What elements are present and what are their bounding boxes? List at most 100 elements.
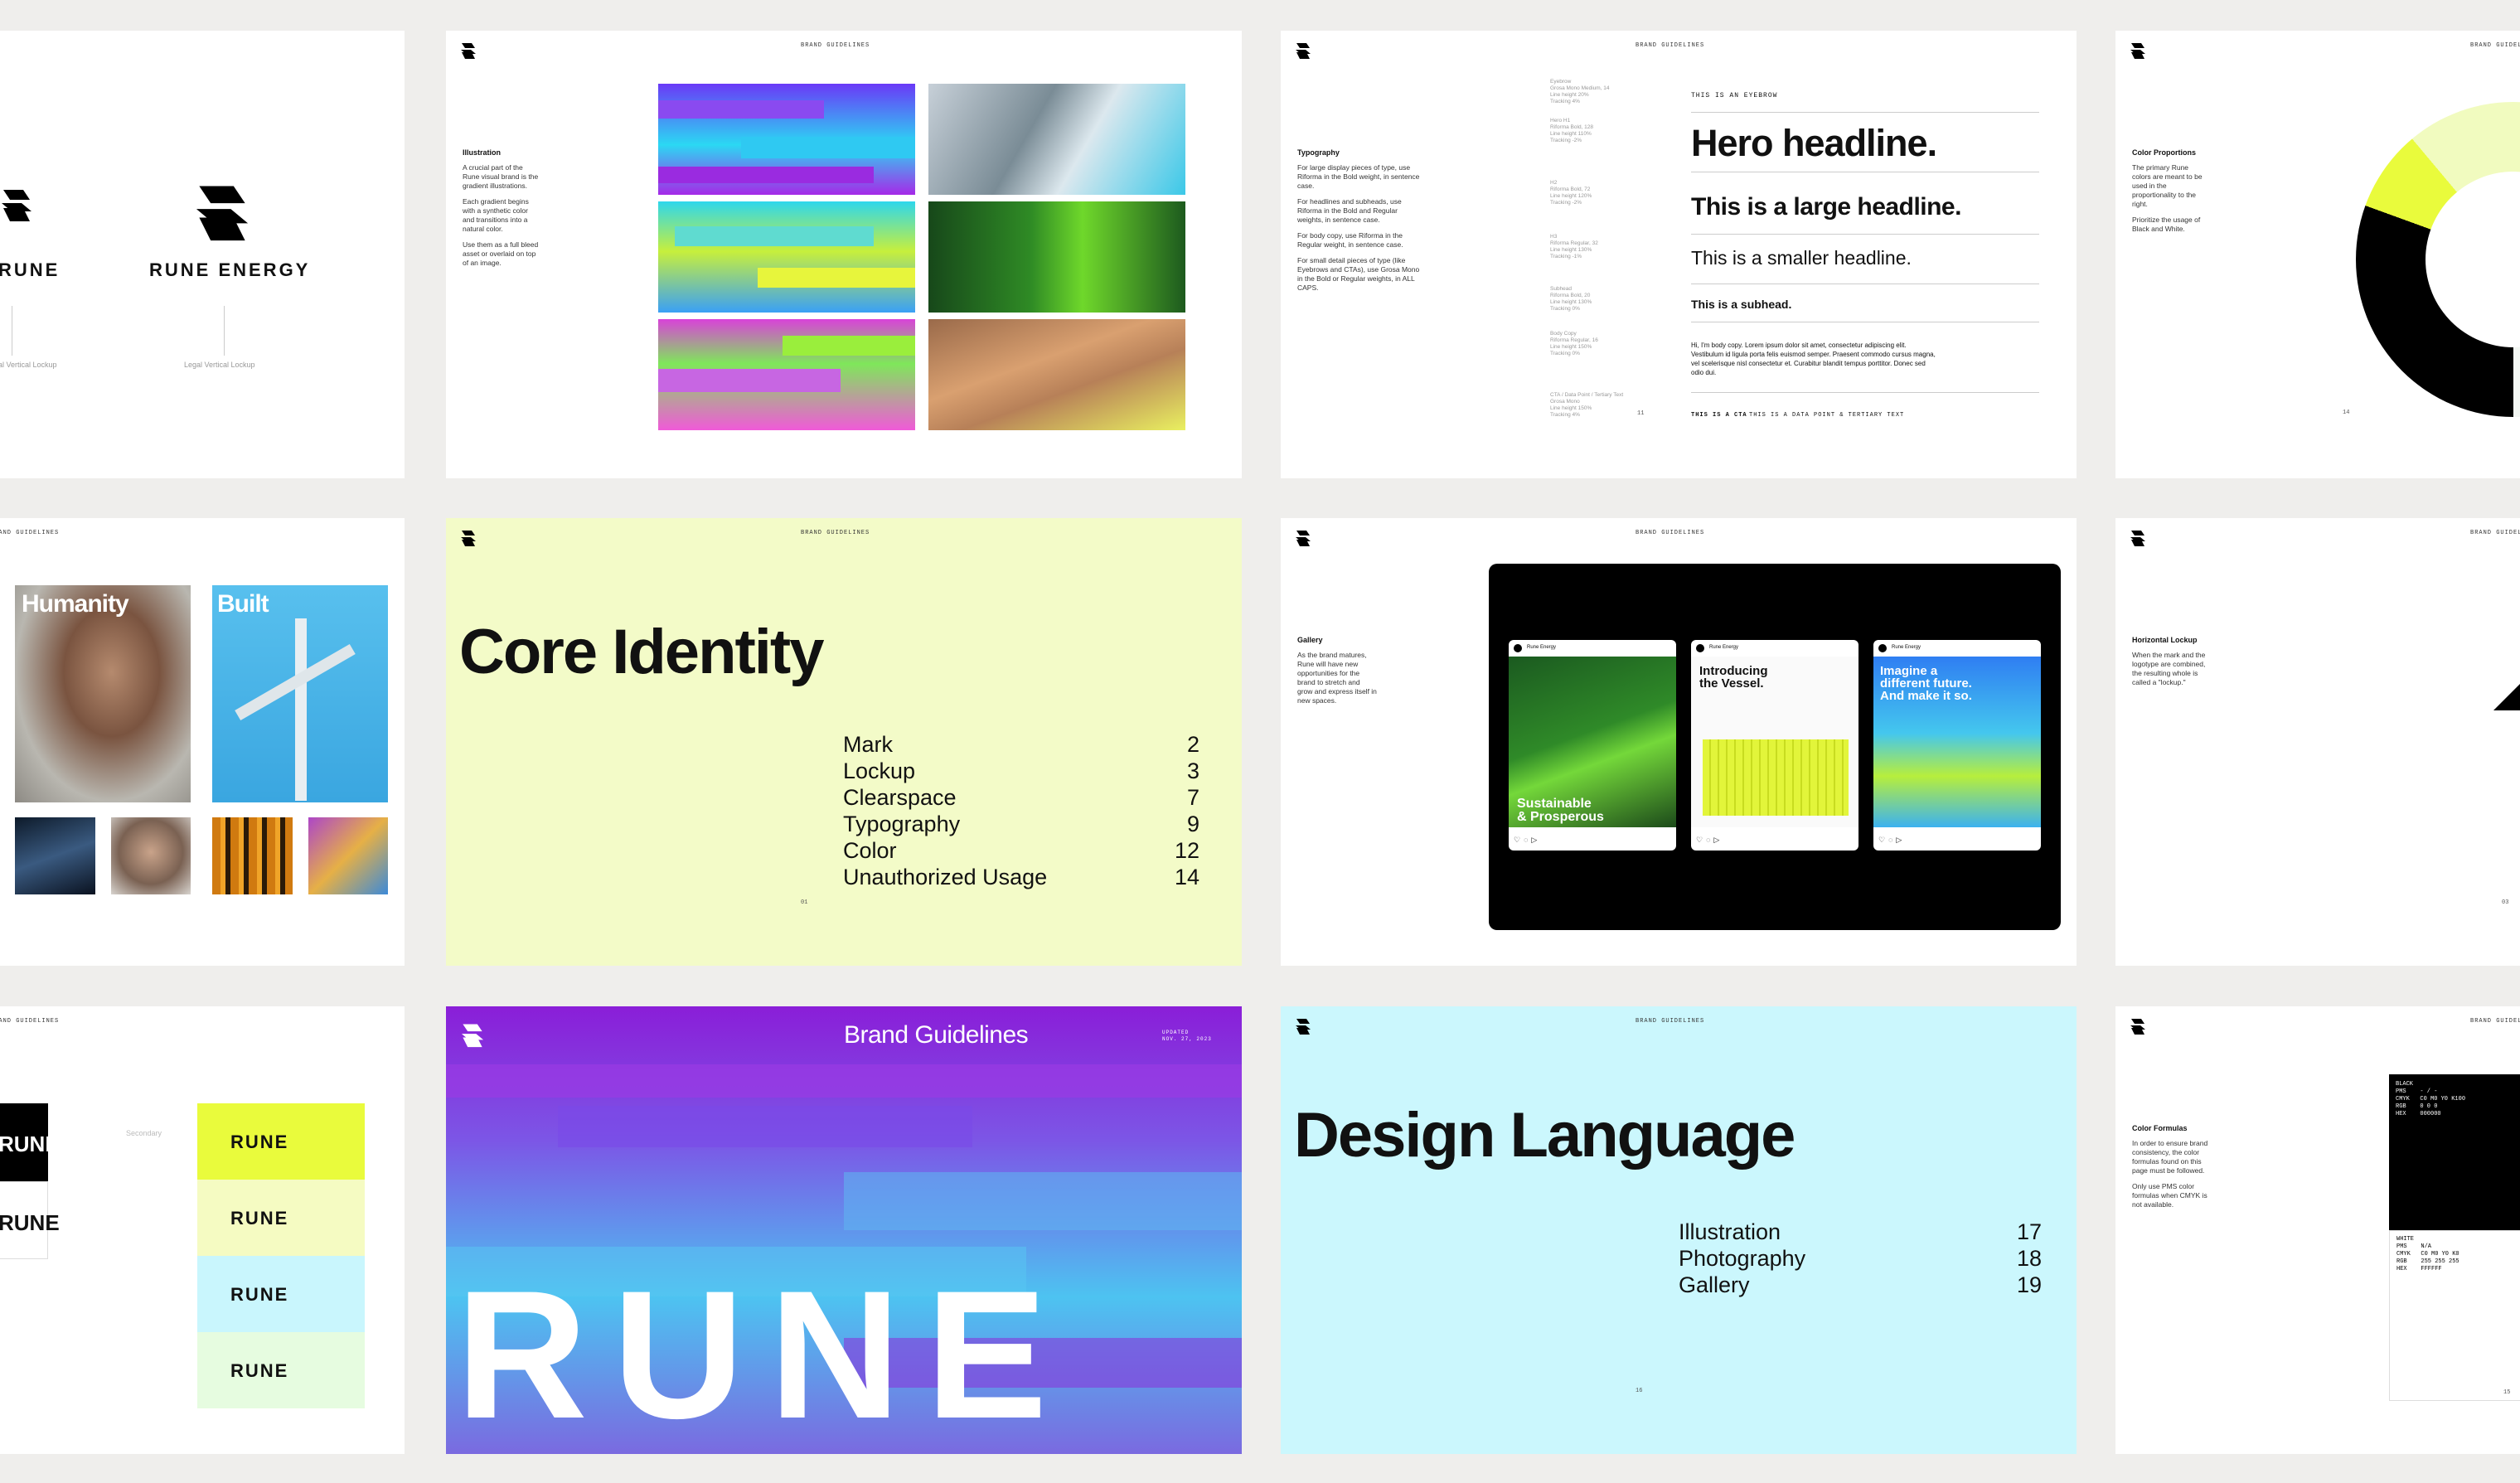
toc-item[interactable]: Color 12 <box>843 837 1199 864</box>
slide-illustration[interactable]: BRAND GUIDELINES Illustration A crucial … <box>446 31 1242 478</box>
post-image: Introducing the Vessel. <box>1691 657 1858 827</box>
post-headline: Imagine a different future. And make it … <box>1880 664 1972 703</box>
swatch-word: RUNE <box>230 1208 289 1229</box>
wordmark: RUNE ENERGY <box>149 259 311 280</box>
social-post[interactable]: Rune Energy Imagine a different future. … <box>1873 640 2041 851</box>
cover-wordmark: RUNE <box>456 1253 1073 1454</box>
glacier-photo <box>928 84 1185 195</box>
gradient-illustration <box>658 84 915 195</box>
desert-photo <box>928 319 1185 430</box>
slide-color-proportions[interactable]: BRAND GUIDELINES Color Proportions The p… <box>2115 31 2520 478</box>
slide-typography[interactable]: BRAND GUIDELINES Typography For large di… <box>1281 31 2077 478</box>
type-spec: Hero H1 Riforma Bold, 128 Line height 11… <box>1550 118 1594 143</box>
rune-mark-icon <box>2 190 32 221</box>
section-title: Gallery <box>1297 636 1323 644</box>
page-number: 01 <box>801 899 808 906</box>
avatar <box>1514 644 1522 652</box>
lockup-swatch: RUNE <box>197 1180 365 1256</box>
header: BRAND GUIDELINES <box>2470 1018 2520 1025</box>
lockup-swatch: RUNE <box>197 1103 365 1180</box>
header: BRAND GUIDELINES <box>0 1018 60 1025</box>
type-spec: H2 Riforma Bold, 72 Line height 120% Tra… <box>1550 180 1592 206</box>
slide-horizontal-lockup[interactable]: BRAND GUIDELINES Horizontal Lockup When … <box>2115 518 2520 966</box>
rune-mark-icon <box>2130 43 2145 59</box>
page-number: 14 <box>2343 410 2350 416</box>
page-number: 03 <box>2502 899 2509 906</box>
gradient-illustration <box>658 319 915 430</box>
rune-mark-icon <box>461 43 476 59</box>
avatar <box>1878 644 1887 652</box>
lockup-caption: al Vertical Lockup <box>0 361 57 369</box>
slide-color-formulas[interactable]: BRAND GUIDELINES Color Formulas In order… <box>2115 1006 2520 1454</box>
slide-core-identity[interactable]: BRAND GUIDELINES Core Identity Mark 2 Loc… <box>446 518 1242 966</box>
type-spec: CTA / Data Point / Tertiary Text Grosa M… <box>1550 392 1624 418</box>
slide-photography[interactable]: BRAND GUIDELINES Humanity Built <box>0 518 405 966</box>
toc-item[interactable]: Illustration 17 <box>1679 1219 2042 1245</box>
header: BRAND GUIDELINES <box>2470 530 2520 536</box>
slide-secondary-lockups[interactable]: BRAND GUIDELINES RUNE RUNE Secondary RUN… <box>0 1006 405 1454</box>
toc-item[interactable]: Gallery 19 <box>1679 1272 2042 1298</box>
page-number: 15 <box>2503 1389 2511 1396</box>
post-actions-icon[interactable]: ♡◌▷ <box>1878 836 1905 845</box>
chip-photo <box>308 817 388 894</box>
section-desc: For large display pieces of type, use Ri… <box>1297 163 1420 292</box>
toc-item[interactable]: Photography 18 <box>1679 1245 2042 1272</box>
lockup-caption: Legal Vertical Lockup <box>184 361 255 369</box>
type-spec: H3 Riforma Regular, 32 Line height 130% … <box>1550 234 1598 259</box>
page-number: 16 <box>1636 1388 1643 1394</box>
page-title: Core Identity <box>459 617 824 687</box>
gradient-illustration <box>658 201 915 313</box>
toc-item[interactable]: Typography 9 <box>843 811 1199 837</box>
divider <box>1691 234 2039 235</box>
type-spec: Body Copy Riforma Regular, 16 Line heigh… <box>1550 331 1598 356</box>
slide-vertical-lockup[interactable]: RUNE al Vertical Lockup RUNE ENERGY Lega… <box>0 31 405 478</box>
swatch-word: RUNE <box>0 1210 60 1235</box>
social-post[interactable]: Rune Energy Introducing the Vessel. ♡◌▷ <box>1691 640 1858 851</box>
slide-gallery[interactable]: BRAND GUIDELINES Gallery As the brand ma… <box>1281 518 2077 966</box>
table-of-contents: Illustration 17 Photography 18 Gallery 19 <box>1679 1219 2042 1298</box>
slides-grid: RUNE al Vertical Lockup RUNE ENERGY Lega… <box>0 0 2520 1483</box>
social-post[interactable]: Rune Energy Sustainable & Prosperous ♡◌▷ <box>1509 640 1676 851</box>
server-photo <box>15 817 95 894</box>
rune-mark-icon <box>196 186 249 241</box>
divider <box>1691 392 2039 393</box>
header: BRAND GUIDELINES <box>1636 530 1705 536</box>
toc-item[interactable]: Mark 2 <box>843 731 1199 758</box>
page-number: 11 <box>1637 410 1645 417</box>
toc-item[interactable]: Lockup 3 <box>843 758 1199 784</box>
rune-mark-icon <box>1296 1019 1311 1035</box>
hero-headline-sample: Hero headline. <box>1691 122 1937 164</box>
forest-photo <box>928 201 1185 313</box>
header: BRAND GUIDELINES <box>1636 1018 1705 1025</box>
black-color-card: BLACK PMS - / - CMYK C0 M0 Y0 K100 RGB 0… <box>2389 1074 2520 1230</box>
body-sample: Hi, I'm body copy. Lorem ipsum dolor sit… <box>1691 342 1936 376</box>
slide-cover[interactable]: Brand Guidelines UPDATED NOV. 27, 2023 R… <box>446 1006 1242 1454</box>
white-formula: WHITE PMS N/A CMYK C0 M0 Y0 K0 RGB 255 2… <box>2396 1236 2459 1272</box>
slide-design-language[interactable]: BRAND GUIDELINES Design Language Illustr… <box>1281 1006 2077 1454</box>
man-photo <box>111 817 191 894</box>
vertical-lockup-word: RUNE <box>0 259 61 280</box>
gradient-band <box>558 1106 972 1147</box>
header: BRAND GUIDELINES <box>801 42 870 49</box>
gradient-band <box>446 1064 1242 1098</box>
toc-item[interactable]: Clearspace 7 <box>843 784 1199 811</box>
photo-word: Built <box>217 590 269 618</box>
child-photo: Humanity <box>15 585 191 802</box>
section-desc: A crucial part of the Rune visual brand … <box>463 163 539 267</box>
smaller-headline-sample: This is a smaller headline. <box>1691 247 1912 269</box>
post-account: Rune Energy <box>1892 645 1922 650</box>
post-actions-icon[interactable]: ♡◌▷ <box>1696 836 1723 845</box>
avatar <box>1696 644 1704 652</box>
rune-mark-partial-icon <box>2493 684 2520 710</box>
swatch-word: RUNE <box>230 1284 289 1305</box>
section-desc: As the brand matures, Rune will have new… <box>1297 651 1377 705</box>
eyebrow-sample: THIS IS AN EYEBROW <box>1691 92 1778 99</box>
swatch-word: RUNE <box>230 1360 289 1381</box>
post-image: Imagine a different future. And make it … <box>1873 657 2041 827</box>
type-spec: Eyebrow Grosa Mono Medium, 14 Line heigh… <box>1550 79 1610 104</box>
rune-mark-icon <box>1296 531 1311 546</box>
toc-item[interactable]: Unauthorized Usage 14 <box>843 864 1199 890</box>
post-account: Rune Energy <box>1709 645 1739 650</box>
post-actions-icon[interactable]: ♡◌▷ <box>1514 836 1540 845</box>
container-image <box>1703 739 1849 816</box>
